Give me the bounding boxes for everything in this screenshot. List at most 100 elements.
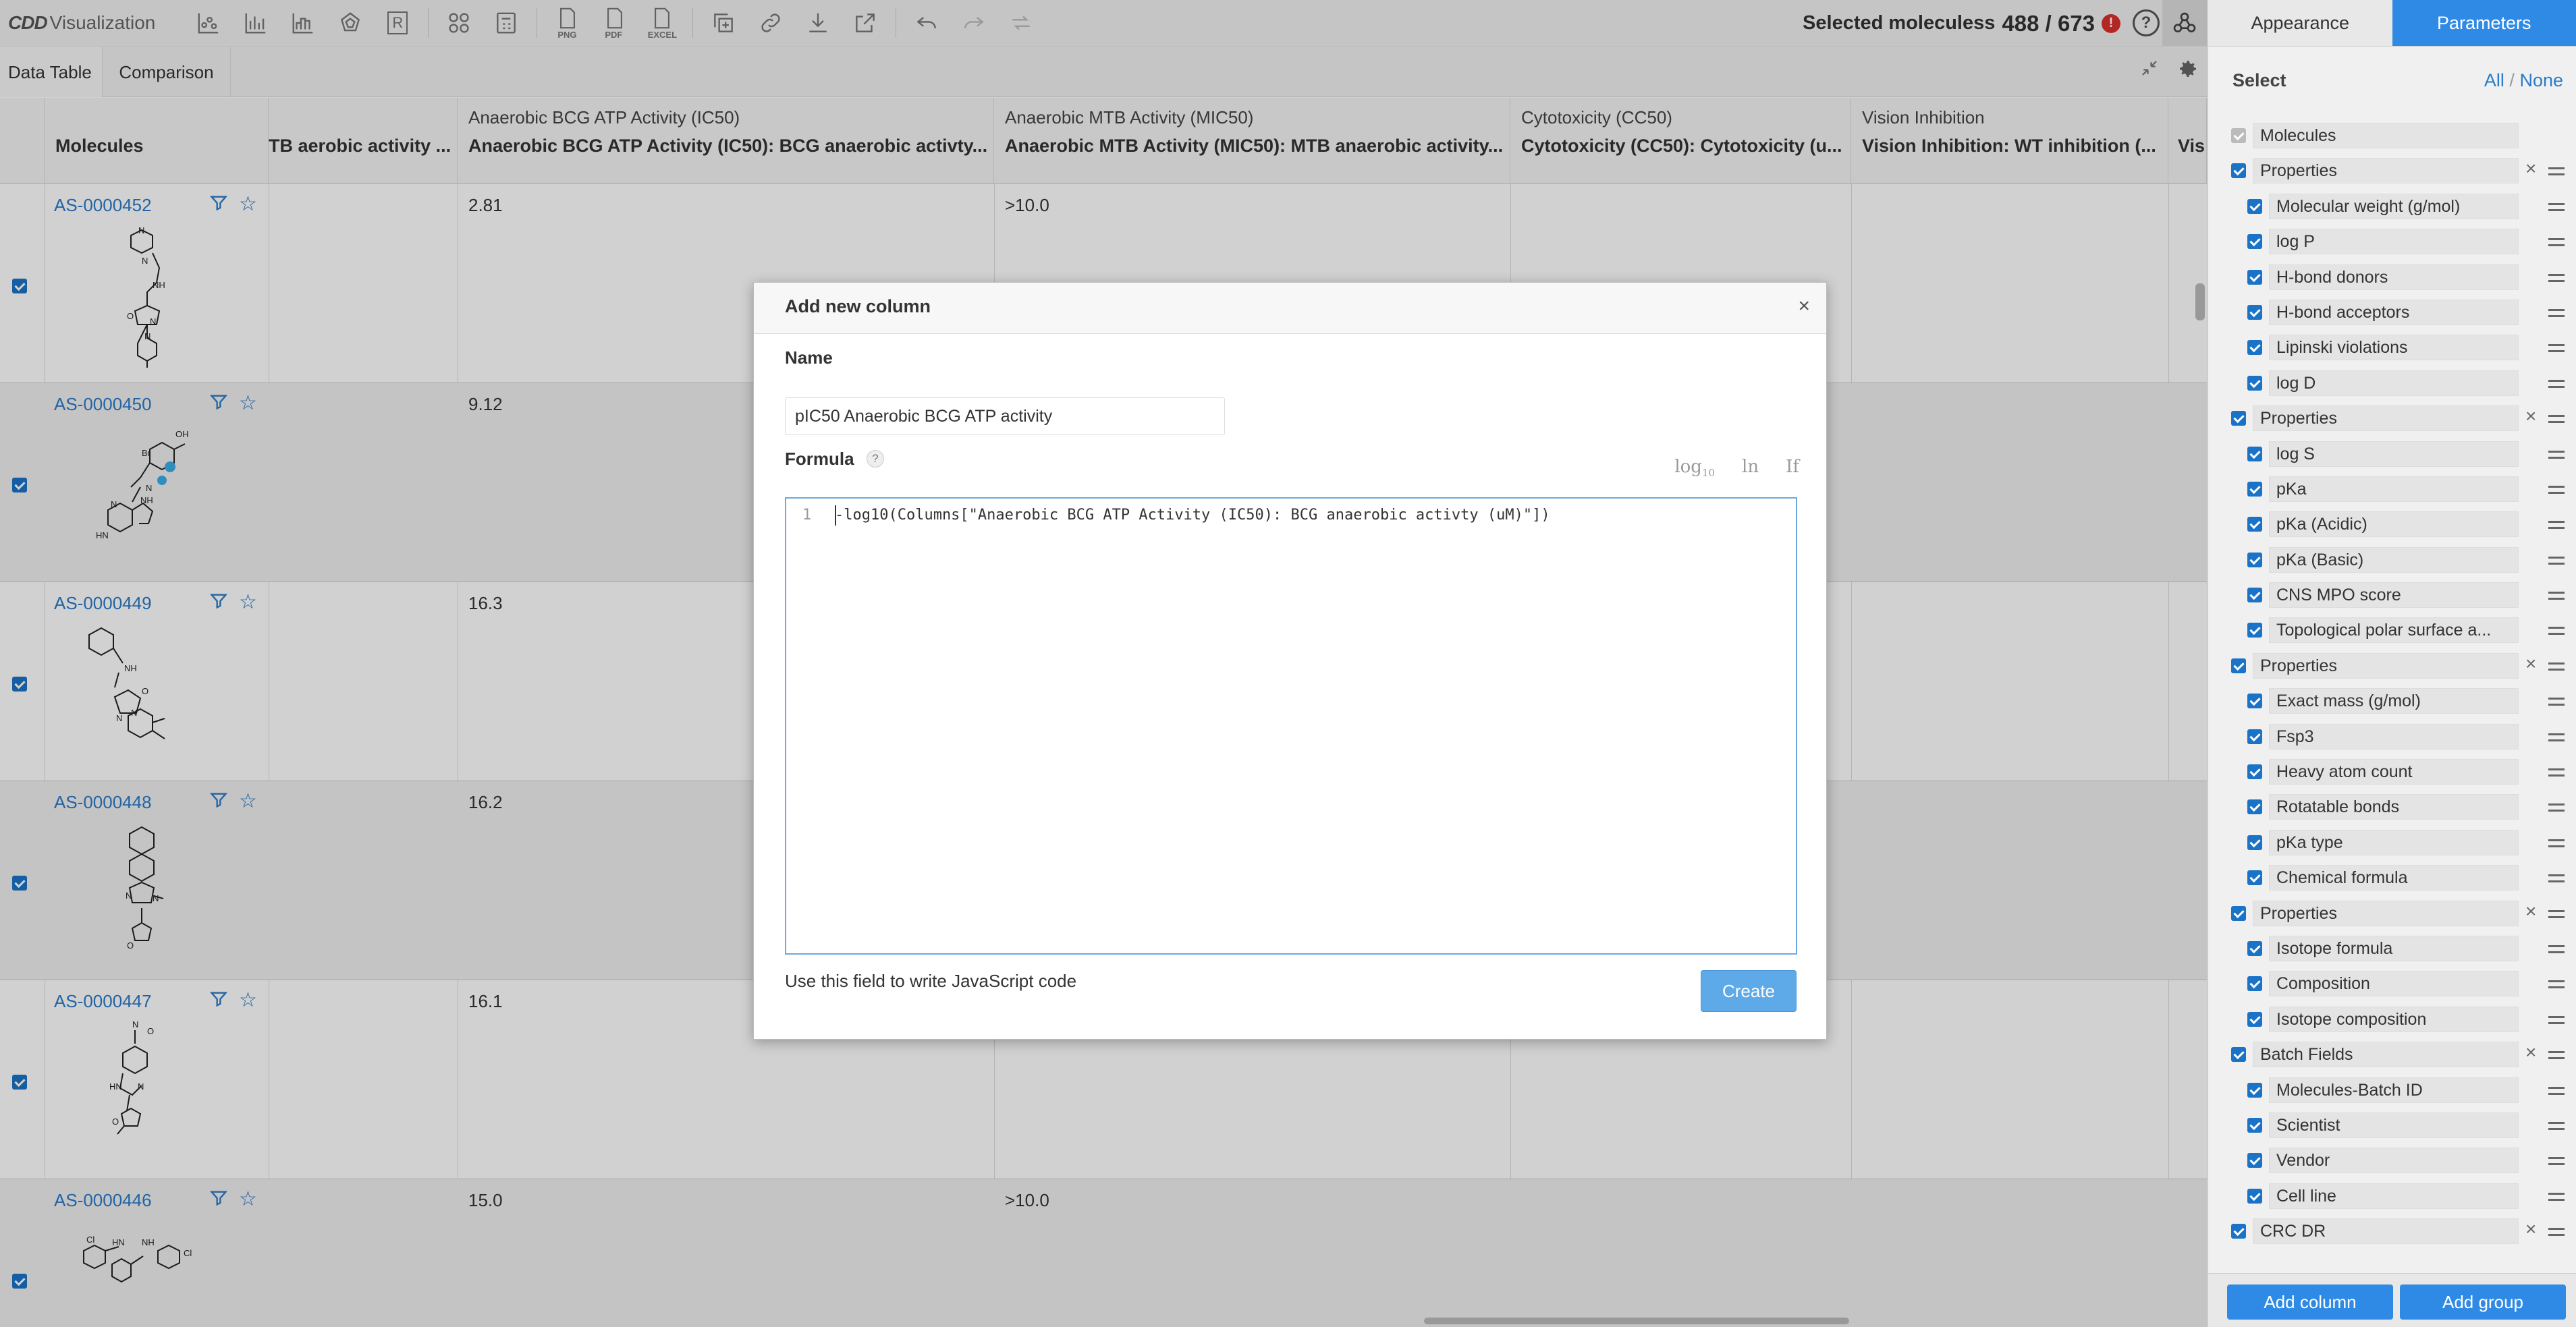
select-all-link[interactable]: All — [2484, 70, 2504, 90]
parameter-item[interactable]: H-bond donors — [2231, 260, 2569, 295]
parameter-checkbox[interactable] — [2247, 552, 2262, 567]
parameter-group[interactable]: Properties × — [2231, 649, 2569, 684]
parameter-item[interactable]: H-bond acceptors — [2231, 295, 2569, 331]
parameter-checkbox[interactable] — [2247, 799, 2262, 815]
parameter-item[interactable]: Exact mass (g/mol) — [2231, 684, 2569, 719]
parameter-checkbox[interactable] — [2247, 517, 2262, 532]
parameter-checkbox[interactable] — [2247, 269, 2262, 285]
parameter-item[interactable]: pKa (Basic) — [2231, 543, 2569, 578]
parameter-item[interactable]: Cell line — [2231, 1179, 2569, 1214]
drag-handle-icon[interactable] — [2548, 698, 2565, 706]
parameter-group[interactable]: Molecules — [2231, 119, 2569, 154]
parameter-checkbox[interactable] — [2247, 694, 2262, 709]
remove-group-icon[interactable]: × — [2525, 1042, 2536, 1063]
parameter-group[interactable]: Properties × — [2231, 154, 2569, 189]
parameter-checkbox[interactable] — [2247, 481, 2262, 497]
parameter-checkbox[interactable] — [2247, 1188, 2262, 1204]
parameter-checkbox[interactable] — [2247, 1117, 2262, 1133]
remove-group-icon[interactable]: × — [2525, 1218, 2536, 1240]
if-button[interactable]: If — [1786, 457, 1799, 479]
select-none-link[interactable]: None — [2519, 70, 2563, 90]
create-button[interactable]: Create — [1701, 970, 1797, 1012]
remove-group-icon[interactable]: × — [2525, 653, 2536, 675]
parameter-item[interactable]: Fsp3 — [2231, 720, 2569, 755]
drag-handle-icon[interactable] — [2548, 1015, 2565, 1024]
formula-code[interactable]: -log10(Columns["Anaerobic BCG ATP Activi… — [835, 507, 1550, 524]
drag-handle-icon[interactable] — [2548, 450, 2565, 459]
parameter-item[interactable]: Scientist — [2231, 1108, 2569, 1144]
parameter-item[interactable]: Topological polar surface a... — [2231, 613, 2569, 648]
parameter-item[interactable]: pKa (Acidic) — [2231, 507, 2569, 542]
drag-handle-icon[interactable] — [2548, 1051, 2565, 1060]
drag-handle-icon[interactable] — [2548, 803, 2565, 812]
drag-handle-icon[interactable] — [2548, 839, 2565, 847]
add-group-button[interactable]: Add group — [2400, 1284, 2566, 1320]
parameter-checkbox[interactable] — [2247, 835, 2262, 850]
parameter-checkbox[interactable] — [2231, 1224, 2246, 1239]
close-icon[interactable]: × — [1798, 295, 1810, 318]
column-name-input[interactable] — [785, 397, 1225, 435]
drag-handle-icon[interactable] — [2548, 1121, 2565, 1130]
parameter-group[interactable]: CRC DR × — [2231, 1214, 2569, 1249]
parameter-checkbox[interactable] — [2247, 1153, 2262, 1168]
parameter-item[interactable]: pKa type — [2231, 826, 2569, 861]
parameter-checkbox[interactable] — [2231, 905, 2246, 921]
drag-handle-icon[interactable] — [2548, 238, 2565, 247]
log10-button[interactable]: log10 — [1674, 457, 1715, 479]
drag-handle-icon[interactable] — [2548, 944, 2565, 953]
parameter-checkbox[interactable] — [2247, 198, 2262, 214]
drag-handle-icon[interactable] — [2548, 202, 2565, 211]
drag-handle-icon[interactable] — [2548, 485, 2565, 494]
parameter-item[interactable]: log P — [2231, 225, 2569, 260]
parameter-checkbox[interactable] — [2247, 764, 2262, 780]
parameter-checkbox[interactable] — [2231, 1047, 2246, 1063]
parameter-group[interactable]: Batch Fields × — [2231, 1038, 2569, 1073]
add-column-button[interactable]: Add column — [2227, 1284, 2393, 1320]
parameter-item[interactable]: Lipinski violations — [2231, 331, 2569, 366]
parameter-item[interactable]: Heavy atom count — [2231, 755, 2569, 790]
drag-handle-icon[interactable] — [2548, 733, 2565, 741]
parameter-checkbox[interactable] — [2247, 1011, 2262, 1027]
drag-handle-icon[interactable] — [2548, 344, 2565, 353]
parameter-checkbox[interactable] — [2231, 411, 2246, 426]
parameter-item[interactable]: CNS MPO score — [2231, 578, 2569, 613]
drag-handle-icon[interactable] — [2548, 874, 2565, 883]
parameter-checkbox[interactable] — [2247, 976, 2262, 992]
parameter-checkbox[interactable] — [2247, 446, 2262, 461]
help-icon[interactable]: ? — [867, 450, 884, 468]
drag-handle-icon[interactable] — [2548, 909, 2565, 918]
parameter-checkbox[interactable] — [2247, 870, 2262, 886]
parameter-checkbox[interactable] — [2247, 588, 2262, 603]
tab-appearance[interactable]: Appearance — [2208, 0, 2392, 47]
remove-group-icon[interactable]: × — [2525, 405, 2536, 427]
parameter-item[interactable]: Vendor — [2231, 1144, 2569, 1179]
parameter-checkbox[interactable] — [2247, 729, 2262, 744]
drag-handle-icon[interactable] — [2548, 167, 2565, 176]
parameter-item[interactable]: Isotope formula — [2231, 932, 2569, 967]
parameter-group[interactable]: Properties × — [2231, 401, 2569, 436]
remove-group-icon[interactable]: × — [2525, 901, 2536, 922]
drag-handle-icon[interactable] — [2548, 1157, 2565, 1166]
formula-editor[interactable]: 1 -log10(Columns["Anaerobic BCG ATP Acti… — [785, 497, 1797, 955]
parameter-item[interactable]: Isotope composition — [2231, 1003, 2569, 1038]
drag-handle-icon[interactable] — [2548, 768, 2565, 777]
parameter-checkbox[interactable] — [2231, 163, 2246, 179]
drag-handle-icon[interactable] — [2548, 592, 2565, 600]
ln-button[interactable]: ln — [1742, 457, 1759, 479]
parameter-item[interactable]: Chemical formula — [2231, 861, 2569, 896]
drag-handle-icon[interactable] — [2548, 980, 2565, 989]
drag-handle-icon[interactable] — [2548, 273, 2565, 282]
drag-handle-icon[interactable] — [2548, 1228, 2565, 1237]
drag-handle-icon[interactable] — [2548, 1192, 2565, 1201]
parameter-checkbox[interactable] — [2247, 234, 2262, 250]
drag-handle-icon[interactable] — [2548, 556, 2565, 565]
drag-handle-icon[interactable] — [2548, 1086, 2565, 1095]
parameter-checkbox[interactable] — [2247, 375, 2262, 391]
drag-handle-icon[interactable] — [2548, 379, 2565, 388]
parameter-item[interactable]: Molecular weight (g/mol) — [2231, 190, 2569, 225]
parameter-group[interactable]: Properties × — [2231, 897, 2569, 932]
parameter-item[interactable]: Molecules-Batch ID — [2231, 1073, 2569, 1108]
parameter-checkbox[interactable] — [2247, 940, 2262, 956]
parameter-item[interactable]: log S — [2231, 437, 2569, 472]
remove-group-icon[interactable]: × — [2525, 158, 2536, 179]
